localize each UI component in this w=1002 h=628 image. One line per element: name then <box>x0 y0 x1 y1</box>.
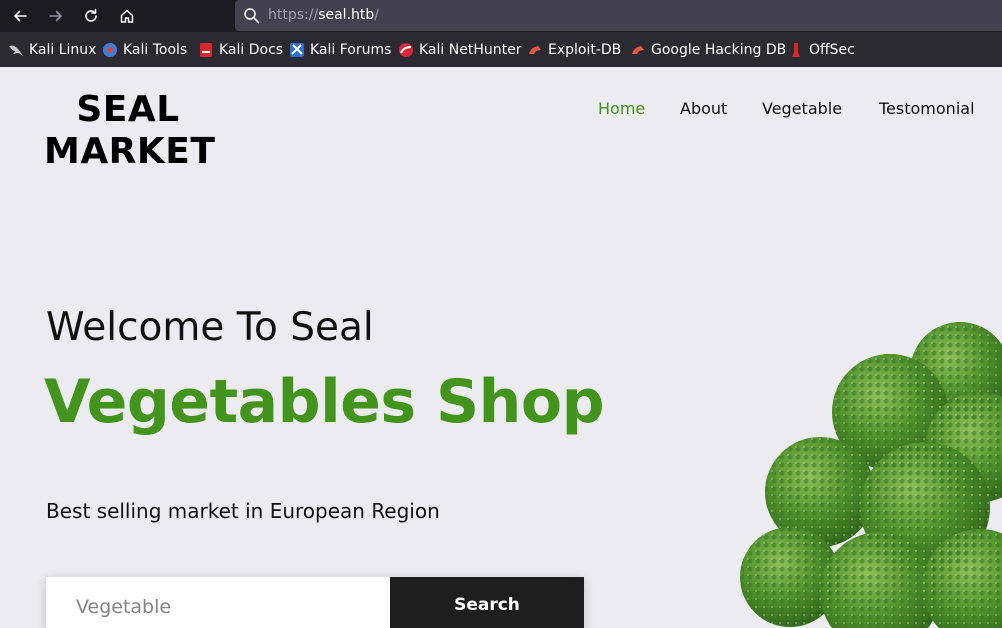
bookmark-label: Kali Docs <box>219 42 284 58</box>
offsec-icon <box>792 43 800 57</box>
exploit-db-icon <box>529 46 541 54</box>
bookmark-label: Kali Forums <box>310 42 392 58</box>
ghdb-icon <box>632 46 644 54</box>
bookmark-kali-linux[interactable]: Kali Linux <box>8 38 96 62</box>
url-scheme: https:// <box>268 7 319 23</box>
bookmarks-bar: Kali Linux Kali Tools Kali Docs Kali For… <box>0 38 1002 62</box>
back-button[interactable] <box>9 5 31 27</box>
kali-tools-icon <box>103 43 117 57</box>
nav-vegetable[interactable]: Vegetable <box>762 99 842 118</box>
url-path: / <box>374 7 379 23</box>
nav-home[interactable]: Home <box>598 99 645 118</box>
search-input[interactable] <box>46 577 390 628</box>
bookmark-google-hacking-db[interactable]: Google Hacking DB <box>630 38 786 62</box>
reload-icon <box>85 8 97 22</box>
bookmark-kali-nethunter[interactable]: Kali NetHunter <box>398 38 521 62</box>
bookmark-label: Kali Linux <box>29 42 97 58</box>
search-icon <box>244 8 260 24</box>
page-content: SEAL MARKET Home About Vegetable Testomo… <box>0 67 1002 628</box>
url-text[interactable]: https://seal.htb/ <box>268 7 379 23</box>
broccoli-image <box>740 322 1002 628</box>
arrow-right-icon <box>49 10 62 22</box>
kali-nethunter-icon <box>399 43 413 57</box>
search-form: Search <box>46 577 584 628</box>
bookmark-label: OffSec <box>809 42 855 58</box>
hero-tagline: Best selling market in European Region <box>46 499 440 523</box>
kali-dragon-icon <box>9 45 23 56</box>
nav-about[interactable]: About <box>680 99 727 118</box>
forward-button[interactable] <box>45 5 67 27</box>
url-host: seal.htb <box>318 7 375 23</box>
bookmark-label: Google Hacking DB <box>651 42 787 58</box>
site-logo[interactable]: SEAL MARKET <box>44 89 216 173</box>
kali-docs-icon <box>200 43 212 57</box>
bookmark-offsec[interactable]: OffSec <box>788 38 855 62</box>
search-button[interactable]: Search <box>390 577 584 628</box>
bookmark-label: Kali NetHunter <box>419 42 522 58</box>
nav-testimonial[interactable]: Testomonial <box>879 99 975 118</box>
bookmark-kali-forums[interactable]: Kali Forums <box>289 38 391 62</box>
bookmark-kali-tools[interactable]: Kali Tools <box>102 38 187 62</box>
browser-chrome: https://seal.htb/ Kali Linux Kali Tools … <box>0 0 1002 67</box>
hero-headline: Vegetables Shop <box>44 367 605 437</box>
reload-button[interactable] <box>80 5 102 27</box>
bookmark-kali-docs[interactable]: Kali Docs <box>198 38 283 62</box>
logo-line-2: MARKET <box>44 131 216 172</box>
browser-toolbar: https://seal.htb/ <box>0 0 1002 32</box>
bookmark-label: Kali Tools <box>123 42 188 58</box>
logo-line-1: SEAL <box>76 89 180 130</box>
kali-forums-icon <box>290 43 304 57</box>
hero-welcome: Welcome To Seal <box>46 305 374 350</box>
home-button[interactable] <box>116 5 138 27</box>
home-icon <box>120 9 134 23</box>
address-bar[interactable]: https://seal.htb/ <box>235 0 1002 31</box>
bookmark-exploit-db[interactable]: Exploit-DB <box>527 38 621 62</box>
arrow-left-icon <box>14 10 27 22</box>
bookmark-label: Exploit-DB <box>548 42 622 58</box>
